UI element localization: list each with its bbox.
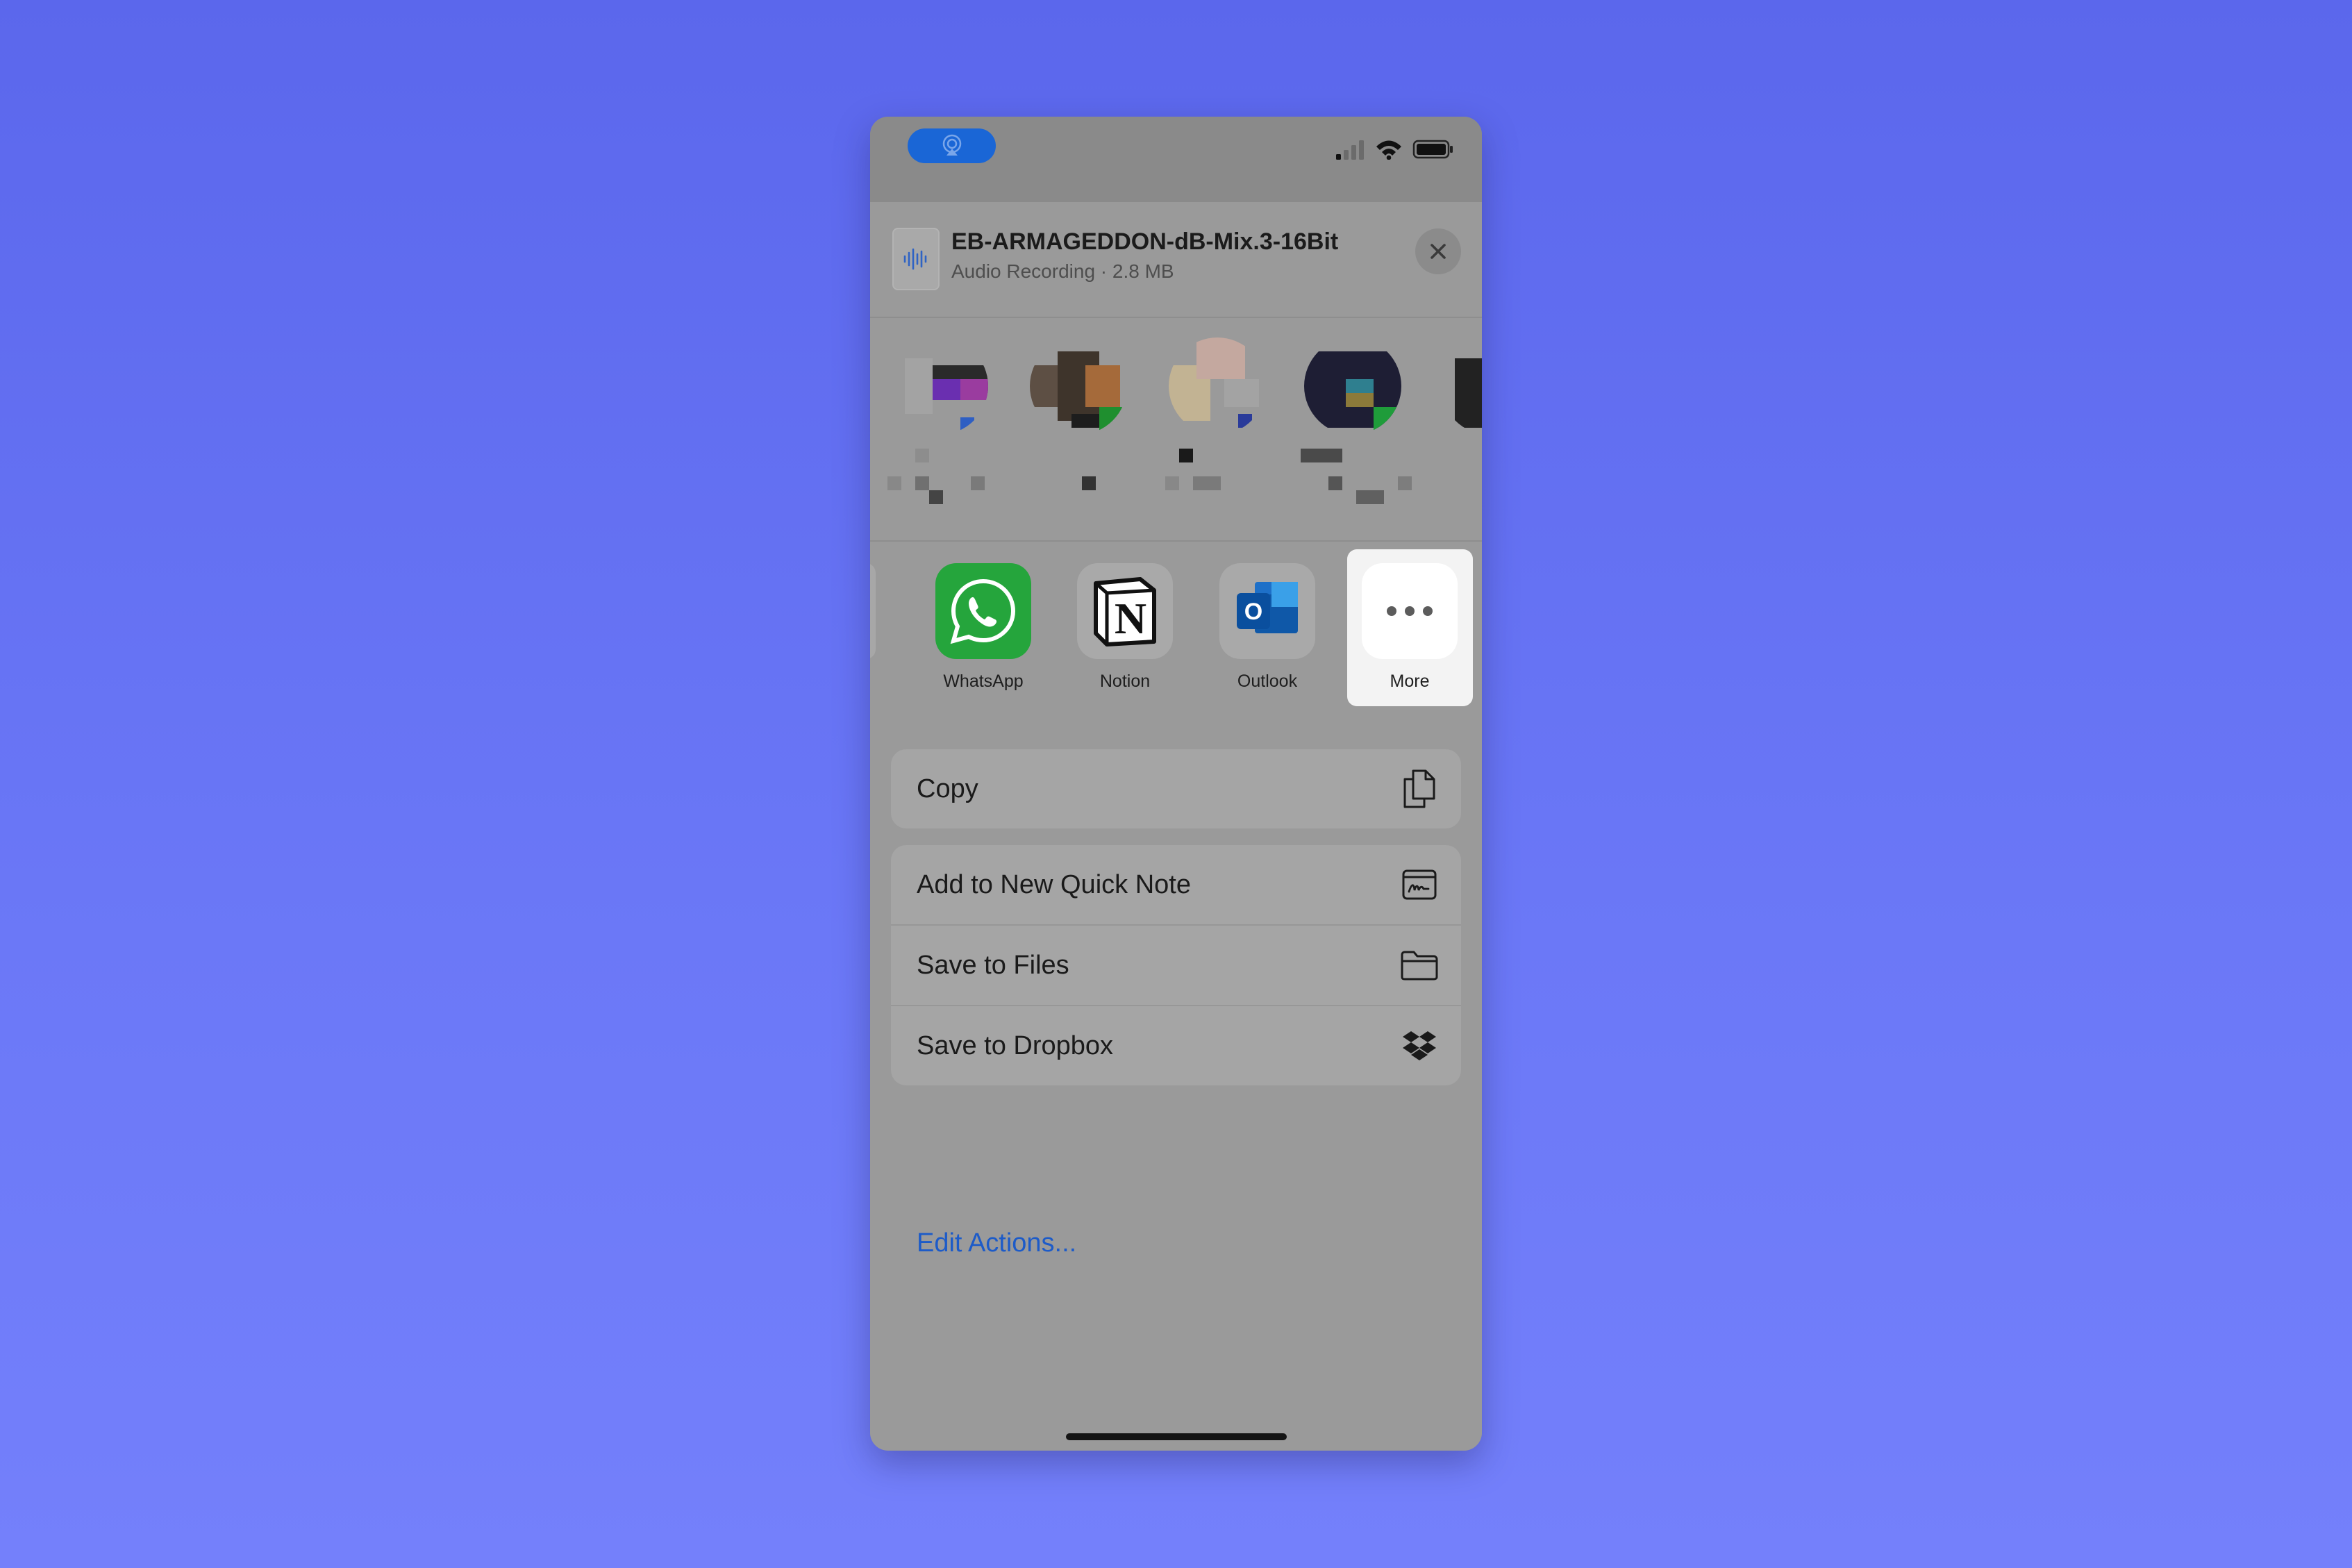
copy-group: Copy — [891, 749, 1461, 828]
save-to-dropbox-action[interactable]: Save to Dropbox — [891, 1005, 1461, 1085]
app-more[interactable]: More — [1335, 542, 1467, 702]
whatsapp-icon — [935, 563, 1031, 659]
contact-name — [1301, 449, 1412, 518]
contact-avatar-icon — [1169, 337, 1266, 435]
save-to-files-label: Save to Files — [917, 950, 1069, 980]
app-label: Notion — [1099, 672, 1151, 691]
file-subtitle: Audio Recording · 2.8 MB — [951, 260, 1174, 282]
app-row: WhatsApp N Notion O Outlook More — [870, 542, 1482, 709]
contact-name — [1026, 449, 1131, 518]
share-sheet-screen: EB-ARMAGEDDON-dB-Mix.3-16Bit Audio Recor… — [870, 117, 1482, 1451]
contacts-divider — [870, 540, 1482, 542]
copy-action[interactable]: Copy — [891, 749, 1461, 828]
action-group: Add to New Quick Note Save to Files Save… — [891, 845, 1461, 1085]
app-whatsapp[interactable]: WhatsApp — [909, 542, 1041, 702]
status-bar — [870, 117, 1482, 202]
cellular-signal-icon — [1336, 140, 1364, 160]
outlook-icon: O — [1219, 563, 1315, 659]
contact-suggestion[interactable] — [1162, 337, 1266, 525]
contact-avatar-icon — [1304, 337, 1401, 435]
contact-suggestion[interactable] — [884, 337, 988, 525]
app-notion[interactable]: N Notion — [1051, 542, 1183, 702]
dropbox-icon — [1399, 1025, 1440, 1067]
app-label: WhatsApp — [943, 672, 1024, 691]
wifi-icon — [1376, 140, 1401, 160]
save-to-files-action[interactable]: Save to Files — [891, 924, 1461, 1005]
share-sheet: EB-ARMAGEDDON-dB-Mix.3-16Bit Audio Recor… — [870, 202, 1482, 1451]
quick-note-icon — [1399, 864, 1440, 906]
audio-file-icon — [892, 228, 940, 290]
contact-suggestion[interactable] — [1434, 337, 1482, 525]
svg-text:O: O — [1244, 599, 1262, 625]
app-label: More — [1390, 672, 1430, 691]
battery-icon — [1412, 140, 1453, 159]
more-ellipsis-icon — [1362, 563, 1458, 659]
edit-actions-link[interactable]: Edit Actions... — [917, 1228, 1076, 1258]
app-outlook[interactable]: O Outlook — [1193, 542, 1325, 702]
folder-icon — [1399, 944, 1440, 986]
file-header: EB-ARMAGEDDON-dB-Mix.3-16Bit Audio Recor… — [870, 202, 1482, 317]
contact-suggestion[interactable] — [1023, 337, 1127, 525]
contact-name — [887, 449, 992, 518]
contact-avatar-icon — [1030, 337, 1127, 435]
contact-name — [1165, 449, 1269, 518]
airplay-audio-icon[interactable] — [908, 128, 996, 163]
file-title: EB-ARMAGEDDON-dB-Mix.3-16Bit — [951, 228, 1339, 255]
copy-icon — [1399, 768, 1440, 810]
contact-avatar-icon — [891, 337, 988, 435]
quick-note-action[interactable]: Add to New Quick Note — [891, 845, 1461, 924]
contact-suggestions — [870, 318, 1482, 540]
app-label: Outlook — [1237, 672, 1298, 691]
quick-note-label: Add to New Quick Note — [917, 869, 1191, 899]
copy-label: Copy — [917, 774, 978, 803]
save-to-dropbox-label: Save to Dropbox — [917, 1031, 1114, 1060]
svg-text:N: N — [1115, 594, 1146, 643]
home-indicator[interactable] — [1066, 1433, 1287, 1440]
notion-icon: N — [1077, 563, 1173, 659]
close-button[interactable] — [1415, 228, 1461, 274]
close-icon — [1431, 244, 1446, 259]
contact-suggestion[interactable] — [1297, 337, 1412, 525]
app-partial-icon — [870, 563, 876, 659]
contact-avatar-icon — [1441, 337, 1482, 435]
